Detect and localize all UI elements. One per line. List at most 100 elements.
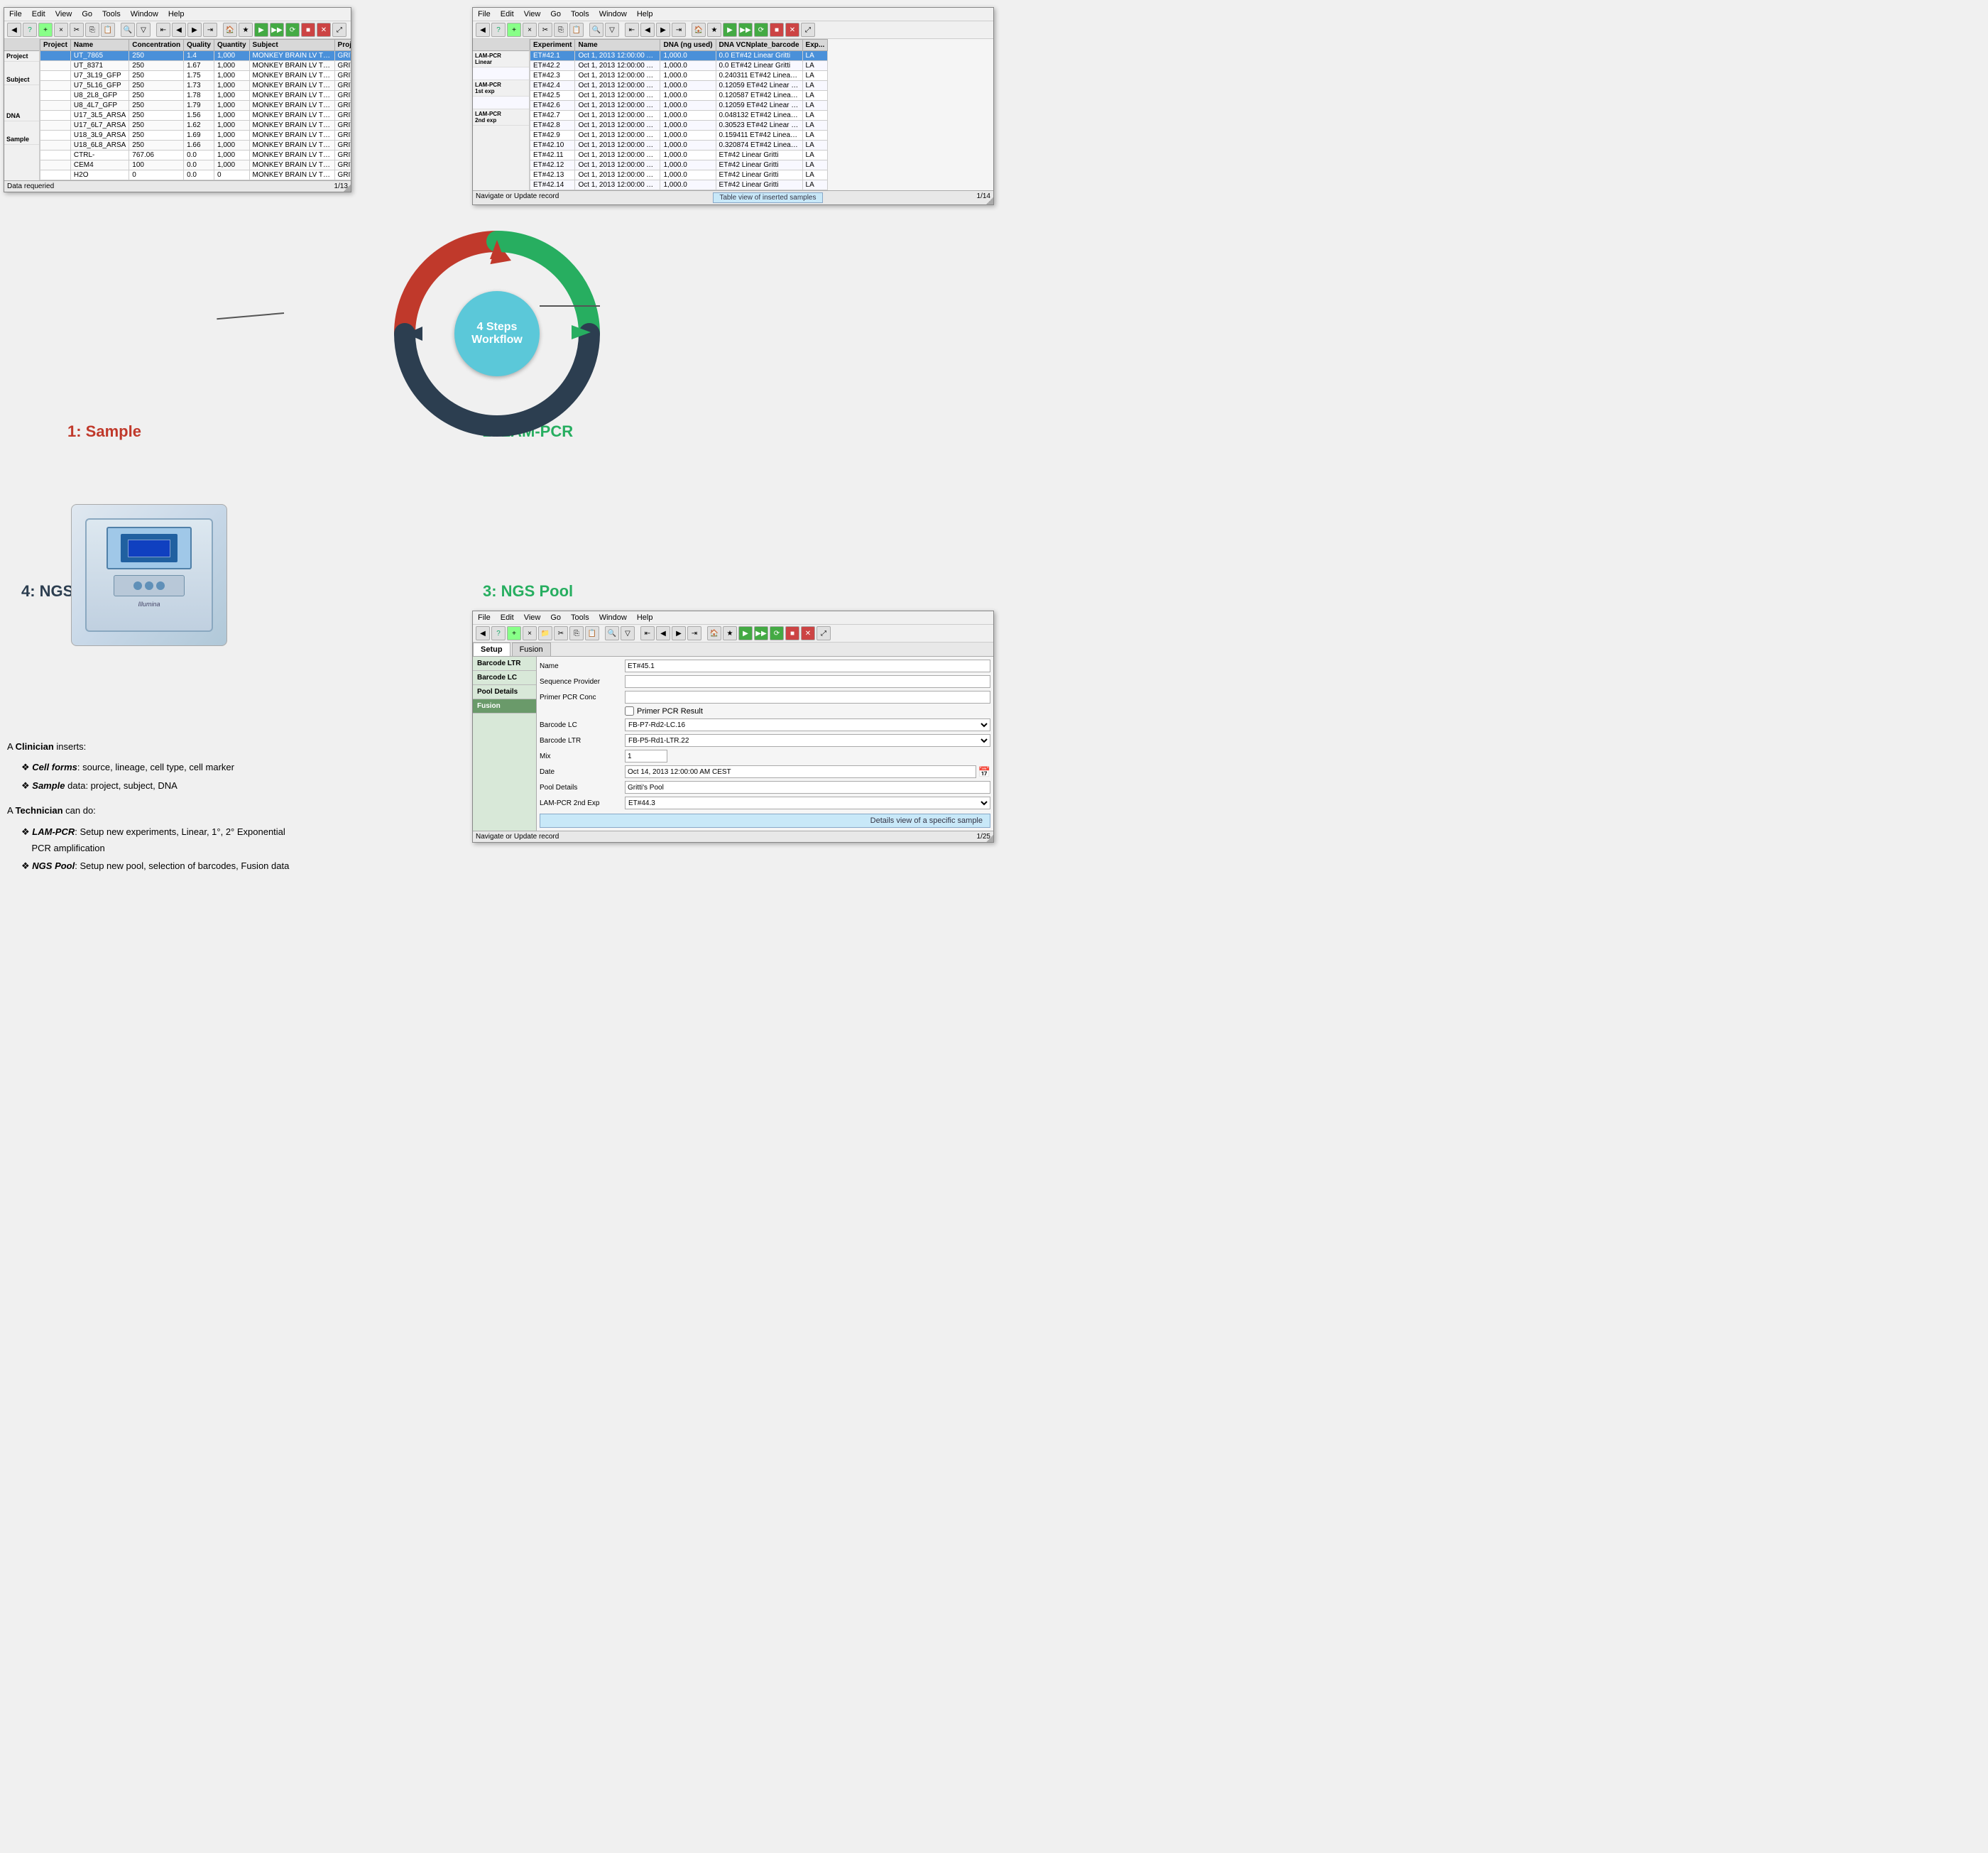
col-concentration[interactable]: Concentration — [129, 40, 184, 51]
ngspool-resize-handle[interactable] — [986, 835, 993, 842]
field-date-input[interactable] — [625, 765, 976, 778]
table-row[interactable]: ET#42.13Oct 1, 2013 12:00:00 AM CEST1,00… — [530, 170, 828, 180]
menu-window[interactable]: Window — [129, 9, 160, 19]
col-lampcr-name[interactable]: Name — [575, 40, 660, 51]
ngspool-star[interactable]: ★ — [723, 626, 737, 640]
field-name-input[interactable] — [625, 660, 990, 672]
col-subject[interactable]: Subject — [249, 40, 334, 51]
ngspool-green3[interactable]: ⟳ — [770, 626, 784, 640]
col-quantity[interactable]: Quantity — [214, 40, 249, 51]
menu-file[interactable]: File — [7, 9, 24, 19]
toolbar-info[interactable]: ? — [23, 23, 37, 37]
lampcr-cut[interactable]: ✂ — [538, 23, 552, 37]
lampcr-green2[interactable]: ▶▶ — [738, 23, 753, 37]
table-row[interactable]: ET#42.1Oct 1, 2013 12:00:00 AM CEST1,000… — [530, 51, 828, 61]
toolbar-red2[interactable]: ✕ — [317, 23, 331, 37]
table-row[interactable]: UT_83712501.671,000MONKEY BRAIN LV TREAT… — [40, 61, 351, 71]
lampcr-menu-edit[interactable]: Edit — [498, 9, 516, 19]
col-proje[interactable]: Proje▲ — [334, 40, 351, 51]
table-row[interactable]: ET#42.11Oct 1, 2013 12:00:00 AM CEST1,00… — [530, 151, 828, 160]
lampcr-copy[interactable]: ⎘ — [554, 23, 568, 37]
table-row[interactable]: U17_6L7_ARSA2501.621,000MONKEY BRAIN LV … — [40, 121, 351, 131]
col-project[interactable]: Project — [40, 40, 71, 51]
lampcr-paste[interactable]: 📋 — [569, 23, 584, 37]
toolbar-green3[interactable]: ⟳ — [285, 23, 300, 37]
ngspool-menu-go[interactable]: Go — [548, 613, 563, 623]
lampcr-info[interactable]: ? — [491, 23, 506, 37]
table-row[interactable]: UT_78652501.41,000MONKEY BRAIN LV TREATE… — [40, 51, 351, 61]
toolbar-nav1[interactable]: ⇤ — [156, 23, 170, 37]
lampcr-filter[interactable]: ▽ — [605, 23, 619, 37]
ngspool-menu-tools[interactable]: Tools — [569, 613, 591, 623]
menu-view[interactable]: View — [53, 9, 75, 19]
ngspool-folder[interactable]: 📁 — [538, 626, 552, 640]
date-picker-icon[interactable]: 📅 — [978, 766, 990, 778]
ngspool-search[interactable]: 🔍 — [605, 626, 619, 640]
ngspool-delete[interactable]: × — [523, 626, 537, 640]
lampcr-menu-view[interactable]: View — [522, 9, 543, 19]
ngspool-paste[interactable]: 📋 — [585, 626, 599, 640]
toolbar-red1[interactable]: ■ — [301, 23, 315, 37]
table-row[interactable]: U18_6L8_ARSA2501.661,000MONKEY BRAIN LV … — [40, 141, 351, 151]
lampcr-green3[interactable]: ⟳ — [754, 23, 768, 37]
toolbar-search[interactable]: 🔍 — [121, 23, 135, 37]
ngspool-menu-view[interactable]: View — [522, 613, 543, 623]
menu-edit[interactable]: Edit — [30, 9, 48, 19]
field-barcodelc-select[interactable]: FB-P7-Rd2-LC.16 — [625, 718, 990, 731]
col-vcn-barcode[interactable]: DNA VCNplate_barcode — [716, 40, 802, 51]
table-row[interactable]: U18_3L9_ARSA2501.691,000MONKEY BRAIN LV … — [40, 131, 351, 141]
field-primerpcrconc-input[interactable] — [625, 691, 990, 704]
table-row[interactable]: ET#42.3Oct 1, 2013 12:00:00 AM CEST1,000… — [530, 71, 828, 81]
lampcr-menu-tools[interactable]: Tools — [569, 9, 591, 19]
table-row[interactable]: ET#42.6Oct 1, 2013 12:00:00 AM CEST1,000… — [530, 101, 828, 111]
sidebar-barcode-ltr[interactable]: Barcode LTR — [473, 657, 536, 671]
lampcr-delete[interactable]: × — [523, 23, 537, 37]
table-row[interactable]: U8_4L7_GFP2501.791,000MONKEY BRAIN LV TR… — [40, 101, 351, 111]
lampcr-new[interactable]: + — [507, 23, 521, 37]
field-lampcr2nd-select[interactable]: ET#44.3 — [625, 797, 990, 809]
lampcr-nav3[interactable]: ▶ — [656, 23, 670, 37]
col-quality[interactable]: Quality — [184, 40, 214, 51]
lampcr-menu-window[interactable]: Window — [597, 9, 629, 19]
sidebar-fusion[interactable]: Fusion — [473, 699, 536, 714]
menu-tools[interactable]: Tools — [100, 9, 123, 19]
ngspool-nav3[interactable]: ▶ — [672, 626, 686, 640]
lampcr-nav2[interactable]: ◀ — [640, 23, 655, 37]
ngspool-menu-file[interactable]: File — [476, 613, 493, 623]
menu-help[interactable]: Help — [166, 9, 187, 19]
lampcr-star[interactable]: ★ — [707, 23, 721, 37]
sidebar-barcode-lc[interactable]: Barcode LC — [473, 671, 536, 685]
col-dna-used[interactable]: DNA (ng used) — [660, 40, 716, 51]
table-row[interactable]: ET#42.2Oct 1, 2013 12:00:00 AM CEST1,000… — [530, 61, 828, 71]
table-row[interactable]: U17_3L5_ARSA2501.561,000MONKEY BRAIN LV … — [40, 111, 351, 121]
field-pooldetails-input[interactable] — [625, 781, 990, 794]
table-row[interactable]: U7_3L19_GFP2501.751,000MONKEY BRAIN LV T… — [40, 71, 351, 81]
ngspool-menu-help[interactable]: Help — [635, 613, 655, 623]
toolbar-green1[interactable]: ▶ — [254, 23, 268, 37]
table-row[interactable]: ET#42.8Oct 1, 2013 12:00:00 AM CEST1,000… — [530, 121, 828, 131]
tab-setup[interactable]: Setup — [473, 643, 510, 656]
col-name[interactable]: Name — [70, 40, 129, 51]
toolbar-delete[interactable]: × — [54, 23, 68, 37]
ngspool-filter[interactable]: ▽ — [621, 626, 635, 640]
lampcr-red2[interactable]: ✕ — [785, 23, 799, 37]
ngspool-menu-edit[interactable]: Edit — [498, 613, 516, 623]
ngspool-menu-window[interactable]: Window — [597, 613, 629, 623]
ngspool-back[interactable]: ◀ — [476, 626, 490, 640]
ngspool-green1[interactable]: ▶ — [738, 626, 753, 640]
ngspool-nav4[interactable]: ⇥ — [687, 626, 701, 640]
toolbar-back[interactable]: ◀ — [7, 23, 21, 37]
toolbar-nav4[interactable]: ⇥ — [203, 23, 217, 37]
ngspool-green2[interactable]: ▶▶ — [754, 626, 768, 640]
sidebar-pool-details[interactable]: Pool Details — [473, 685, 536, 699]
lampcr-search[interactable]: 🔍 — [589, 23, 604, 37]
toolbar-new[interactable]: + — [38, 23, 53, 37]
menu-go[interactable]: Go — [80, 9, 94, 19]
sample-table-scroll[interactable]: Project Name Concentration Quality Quant… — [40, 39, 351, 180]
ngspool-home[interactable]: 🏠 — [707, 626, 721, 640]
lampcr-nav4[interactable]: ⇥ — [672, 23, 686, 37]
toolbar-star[interactable]: ★ — [239, 23, 253, 37]
ngspool-nav2[interactable]: ◀ — [656, 626, 670, 640]
toolbar-green2[interactable]: ▶▶ — [270, 23, 284, 37]
table-row[interactable]: H2O00.00MONKEY BRAIN LV TREATED 1...GRIT — [40, 170, 351, 180]
